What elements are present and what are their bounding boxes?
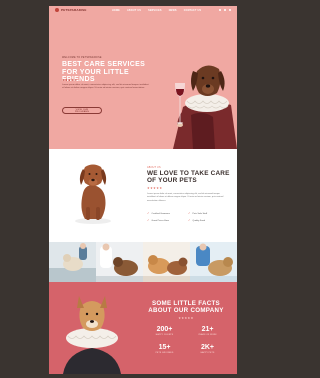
- site-logo[interactable]: PETSPARADISE: [55, 8, 87, 12]
- facts-section: SOME LITTLE FACTS ABOUT OUR COMPANY ★★★★…: [49, 282, 237, 374]
- about-description: Lorem ipsum dolor sit amet, consectetur …: [147, 193, 224, 202]
- stat-value: 2K+: [200, 344, 215, 351]
- stat-value: 15+: [158, 344, 171, 351]
- hero-description: Lorem ipsum dolor sit amet, consectetur …: [62, 84, 149, 90]
- feature-item: ✓ Certified Groomers: [147, 212, 188, 215]
- facts-rating-stars: ★★★★★: [178, 316, 194, 320]
- menu-item-about[interactable]: ABOUT US: [127, 9, 141, 12]
- gallery-photo-grooming-bath[interactable]: [49, 242, 96, 282]
- feature-item: ✓ Pets Safe Staff: [188, 212, 229, 215]
- stat-item: 200+ HAPPY CLIENTS: [143, 326, 186, 336]
- main-menu: HOME ABOUT US SERVICES NEWS CONTACT US: [112, 9, 201, 12]
- about-rating-stars: ★★★★★: [147, 186, 163, 190]
- view-programs-label: VIEW OUR PROGRAMS: [74, 108, 90, 113]
- feature-label: Certified Groomers: [151, 212, 170, 215]
- hero-rating-stars: ★★★★★: [62, 78, 78, 82]
- hero-eyebrow: WELCOME TO PETSPARADISE: [62, 56, 102, 59]
- view-programs-button[interactable]: VIEW OUR PROGRAMS: [62, 107, 102, 114]
- menu-item-services[interactable]: SERVICES: [148, 9, 162, 12]
- logo-text: PETSPARADISE: [61, 8, 87, 12]
- menu-item-contact[interactable]: CONTACT US: [184, 9, 202, 12]
- stat-value: 200+: [156, 326, 173, 333]
- landing-page: PETSPARADISE HOME ABOUT US SERVICES NEWS…: [49, 6, 237, 374]
- menu-icon[interactable]: [229, 9, 231, 11]
- stat-item: 21+ YEARS OF WORK: [186, 326, 229, 336]
- stats-grid: 200+ HAPPY CLIENTS 21+ YEARS OF WORK 15+…: [143, 326, 229, 354]
- nav-icon-group: [219, 9, 231, 11]
- about-section: ABOUT US WE LOVE TO TAKE CARE OF YOUR PE…: [49, 149, 237, 242]
- about-dog-image: [75, 164, 111, 224]
- photo-gallery: [49, 242, 237, 282]
- cart-icon[interactable]: [224, 9, 226, 11]
- hero-section: WELCOME TO PETSPARADISE BEST CARE SERVIC…: [49, 15, 237, 149]
- gallery-photo-vet-check[interactable]: [96, 242, 143, 282]
- stat-label: PETS GROOMED: [155, 352, 174, 354]
- stat-item: 2K+ HAPPY PETS: [186, 344, 229, 354]
- check-icon: ✓: [188, 218, 191, 222]
- stat-value: 21+: [201, 326, 214, 333]
- hero-dog-portrait-image: [173, 65, 237, 149]
- facts-dog-portrait-image: [63, 296, 121, 374]
- search-icon[interactable]: [219, 9, 221, 11]
- top-navbar: PETSPARADISE HOME ABOUT US SERVICES NEWS…: [49, 6, 237, 15]
- gallery-photo-dog-washing[interactable]: [190, 242, 237, 282]
- check-icon: ✓: [147, 218, 150, 222]
- stat-item: 15+ PETS GROOMED: [143, 344, 186, 354]
- feature-label: Great Prices Here: [151, 219, 170, 222]
- feature-list: ✓ Certified Groomers ✓ Pets Safe Staff ✓…: [147, 212, 229, 222]
- stat-label: HAPPY PETS: [200, 352, 215, 354]
- menu-item-news[interactable]: NEWS: [169, 9, 177, 12]
- feature-item: ✓ Great Prices Here: [147, 219, 188, 222]
- check-icon: ✓: [147, 211, 150, 215]
- feature-label: Pets Safe Staff: [192, 212, 208, 215]
- about-eyebrow: ABOUT US: [147, 166, 161, 169]
- paw-icon: [55, 8, 59, 12]
- feature-label: Quality Food: [192, 219, 205, 222]
- feature-item: ✓ Quality Food: [188, 219, 229, 222]
- menu-item-home[interactable]: HOME: [112, 9, 120, 12]
- stat-label: YEARS OF WORK: [198, 334, 217, 336]
- about-title: WE LOVE TO TAKE CARE OF YOUR PETS: [147, 170, 230, 184]
- gallery-photo-happy-dogs[interactable]: [143, 242, 190, 282]
- check-icon: ✓: [188, 211, 191, 215]
- facts-title: SOME LITTLE FACTS ABOUT OUR COMPANY: [148, 300, 224, 314]
- stat-label: HAPPY CLIENTS: [155, 334, 174, 336]
